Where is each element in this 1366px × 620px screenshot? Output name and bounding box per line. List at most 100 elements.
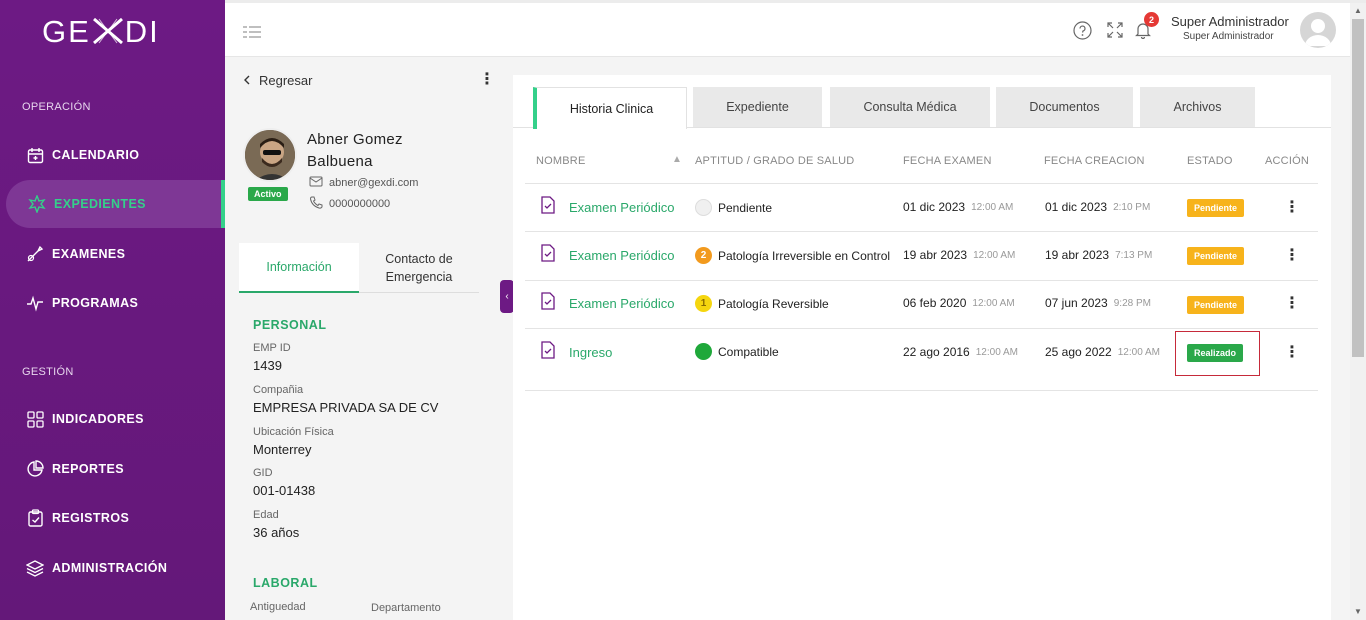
sidebar-item-registros[interactable]: REGISTROS bbox=[0, 494, 225, 542]
calendar-icon bbox=[26, 146, 44, 164]
exam-name-link[interactable]: Examen Periódico bbox=[569, 248, 675, 263]
help-icon[interactable] bbox=[1073, 21, 1092, 45]
status-highlight-box bbox=[1175, 331, 1260, 376]
pulse-icon bbox=[26, 294, 44, 312]
sort-icon[interactable]: ▲ bbox=[672, 154, 682, 165]
time: 9:28 PM bbox=[1113, 297, 1151, 309]
time: 12:00 AM bbox=[1117, 346, 1160, 358]
exam-name-link[interactable]: Ingreso bbox=[569, 345, 612, 360]
row-divider bbox=[525, 280, 1318, 281]
aptitud-cell: 2 Patología Irreversible en Control bbox=[695, 247, 890, 264]
tab-documentos[interactable]: Documentos bbox=[996, 87, 1133, 127]
fecha-creacion: 19 abr 2023 7:13 PM bbox=[1045, 248, 1152, 262]
sidebar-item-calendario[interactable]: CALENDARIO bbox=[0, 131, 225, 179]
field-value: 001-01438 bbox=[253, 483, 316, 498]
patient-photo bbox=[243, 128, 297, 182]
sidebar-item-reportes[interactable]: REPORTES bbox=[0, 445, 225, 493]
back-label: Regresar bbox=[259, 73, 313, 88]
field-label: Compañia bbox=[253, 384, 304, 396]
row-actions-kebab-icon[interactable]: ⋮ bbox=[1284, 345, 1300, 361]
tab-informacion[interactable]: Información bbox=[239, 243, 359, 293]
main-content: Historia Clinica Expediente Consulta Méd… bbox=[513, 75, 1331, 620]
scroll-down-arrow-icon[interactable]: ▼ bbox=[1354, 607, 1362, 616]
aptitud-cell: Pendiente bbox=[695, 199, 772, 216]
column-header-aptitud: APTITUD / GRADO DE SALUD bbox=[695, 155, 855, 167]
scroll-up-arrow-icon[interactable]: ▲ bbox=[1354, 6, 1362, 15]
sidebar-item-programas[interactable]: PROGRAMAS bbox=[0, 279, 225, 327]
fullscreen-icon[interactable] bbox=[1106, 21, 1124, 44]
scroll-thumb[interactable] bbox=[1352, 19, 1364, 357]
exam-name-link[interactable]: Examen Periódico bbox=[569, 200, 675, 215]
patient-email-row: abner@gexdi.com bbox=[309, 176, 418, 190]
tab-contacto-emergencia[interactable]: Contacto de Emergencia bbox=[359, 243, 479, 293]
sidebar-item-label: EXAMENES bbox=[52, 247, 126, 261]
date: 19 abr 2023 bbox=[903, 248, 968, 262]
sidebar-item-expedientes[interactable]: EXPEDIENTES bbox=[6, 180, 225, 228]
cross-star-icon bbox=[28, 195, 46, 213]
back-button[interactable]: Regresar bbox=[243, 73, 312, 88]
row-divider bbox=[525, 231, 1318, 232]
sidebar-item-examenes[interactable]: EXAMENES bbox=[0, 230, 225, 278]
record-tabs: Historia Clinica Expediente Consulta Méd… bbox=[513, 75, 1331, 129]
menu-list-icon[interactable] bbox=[243, 25, 261, 43]
status-badge-activo: Activo bbox=[248, 187, 288, 201]
column-header-estado: ESTADO bbox=[1187, 155, 1233, 167]
row-actions-kebab-icon[interactable]: ⋮ bbox=[1284, 248, 1300, 264]
field-label: Antiguedad bbox=[250, 601, 306, 613]
row-actions-kebab-icon[interactable]: ⋮ bbox=[1284, 296, 1300, 312]
chevron-left-icon bbox=[243, 73, 251, 88]
user-avatar[interactable] bbox=[1300, 12, 1336, 48]
page-scrollbar[interactable]: ▲ ▼ bbox=[1350, 3, 1366, 620]
column-header-accion: ACCIÓN bbox=[1265, 155, 1309, 167]
status-badge-pendiente: Pendiente bbox=[1187, 199, 1245, 217]
logo-x-icon bbox=[92, 17, 123, 45]
collapse-panel-button[interactable]: ‹ bbox=[500, 280, 514, 313]
date: 07 jun 2023 bbox=[1045, 296, 1108, 310]
tab-expediente[interactable]: Expediente bbox=[693, 87, 822, 127]
fecha-examen: 22 ago 2016 12:00 AM bbox=[903, 345, 1018, 359]
date: 22 ago 2016 bbox=[903, 345, 970, 359]
aptitud-dot bbox=[695, 343, 712, 360]
tab-historia-clinica[interactable]: Historia Clinica bbox=[533, 87, 687, 129]
aptitud-label: Patología Irreversible en Control bbox=[718, 248, 891, 263]
field-value: EMPRESA PRIVADA SA DE CV bbox=[253, 400, 439, 415]
exam-name-link[interactable]: Examen Periódico bbox=[569, 296, 675, 311]
row-actions-kebab-icon[interactable]: ⋮ bbox=[1284, 200, 1300, 216]
sidebar-item-label: REPORTES bbox=[52, 462, 124, 476]
patient-phone: 0000000000 bbox=[329, 198, 391, 210]
document-check-icon bbox=[540, 196, 556, 214]
field-label: EMP ID bbox=[253, 342, 291, 354]
column-header-nombre[interactable]: NOMBRE bbox=[536, 155, 585, 167]
pie-icon bbox=[26, 460, 44, 478]
user-name[interactable]: Super Administrador bbox=[1171, 14, 1289, 29]
sidebar-item-label: INDICADORES bbox=[52, 412, 144, 426]
gexdi-logo[interactable]: GE DI bbox=[42, 14, 160, 50]
aptitud-dot bbox=[695, 199, 712, 216]
fecha-creacion: 01 dic 2023 2:10 PM bbox=[1045, 200, 1150, 214]
column-header-fecha-examen: FECHA EXAMEN bbox=[903, 155, 992, 167]
sidebar-item-label: REGISTROS bbox=[52, 511, 130, 525]
status-badge-pendiente: Pendiente bbox=[1187, 296, 1245, 314]
fecha-creacion: 07 jun 2023 9:28 PM bbox=[1045, 296, 1151, 310]
section-laboral-title: LABORAL bbox=[253, 576, 318, 590]
time: 12:00 AM bbox=[973, 249, 1016, 261]
sidebar-item-indicadores[interactable]: INDICADORES bbox=[0, 395, 225, 443]
patient-options-kebab-icon[interactable]: ⋮ bbox=[479, 72, 495, 88]
notification-badge: 2 bbox=[1144, 12, 1159, 27]
tab-archivos[interactable]: Archivos bbox=[1140, 87, 1255, 127]
field-value: Monterrey bbox=[253, 442, 312, 457]
field-value: 36 años bbox=[253, 525, 300, 540]
row-divider bbox=[525, 183, 1318, 184]
sidebar-item-label: PROGRAMAS bbox=[52, 296, 139, 310]
date: 06 feb 2020 bbox=[903, 296, 967, 310]
field-value: 1439 bbox=[253, 358, 282, 373]
aptitud-label: Patología Reversible bbox=[718, 296, 829, 311]
sidebar-item-administracion[interactable]: ADMINISTRACIÓN bbox=[0, 544, 225, 592]
sidebar-item-label: CALENDARIO bbox=[52, 148, 140, 162]
date: 01 dic 2023 bbox=[903, 200, 966, 214]
date: 25 ago 2022 bbox=[1045, 345, 1112, 359]
time: 7:13 PM bbox=[1115, 249, 1153, 261]
status-badge-pendiente: Pendiente bbox=[1187, 247, 1245, 265]
tab-consulta-medica[interactable]: Consulta Médica bbox=[830, 87, 990, 127]
top-header: 2 Super Administrador Super Administrado… bbox=[225, 3, 1350, 57]
